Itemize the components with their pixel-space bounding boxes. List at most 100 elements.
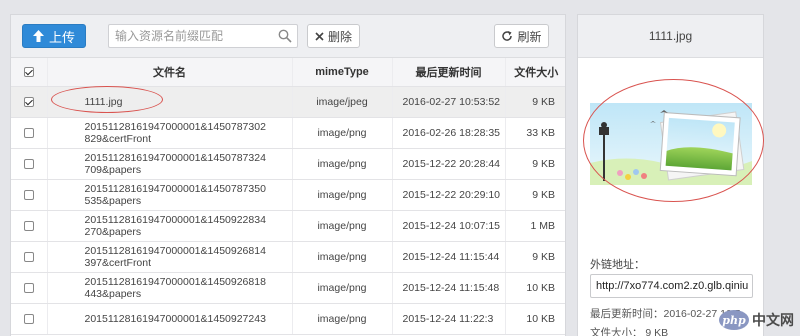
row-checkbox[interactable]	[23, 158, 34, 169]
refresh-button[interactable]: 刷新	[494, 24, 549, 48]
file-name-cell[interactable]: 20151128161947000001&1450787302 829&certF…	[47, 117, 293, 149]
file-name-line: 20151128161947000001&1450922834	[84, 213, 266, 226]
file-name-cell[interactable]: 20151128161947000001&1450927243	[47, 303, 293, 335]
mime-type-cell: image/png	[292, 272, 393, 304]
file-name-cell[interactable]: 20151128161947000001&1450926818 443&paper…	[47, 272, 293, 304]
column-header-name[interactable]: 文件名	[47, 58, 293, 87]
file-name-line: 20151128161947000001&1450927243	[84, 312, 266, 325]
row-checkbox[interactable]	[23, 313, 34, 324]
mime-type-cell: image/png	[292, 117, 393, 149]
watermark-text: 中文网	[752, 312, 794, 328]
preview-title: 1111.jpg	[578, 15, 763, 58]
row-checkbox-cell	[11, 272, 48, 304]
toolbar: 上传 删除 刷新	[11, 15, 565, 58]
row-checkbox[interactable]	[23, 220, 34, 231]
row-checkbox-cell	[11, 179, 48, 211]
file-size-cell: 9 KB	[505, 179, 565, 211]
link-url-field[interactable]: http://7xo774.com2.z0.glb.qiniu	[590, 274, 753, 298]
file-name-line: 1111.jpg	[84, 95, 123, 108]
file-size-text: 文件大小： 9 KB	[590, 327, 669, 336]
table-row[interactable]: 1111.jpg image/jpeg 2016-02-27 10:53:52 9 K…	[11, 86, 565, 118]
search-icon[interactable]	[278, 29, 292, 43]
file-name-line: 20151128161947000001&1450787324	[84, 151, 266, 164]
updated-time-cell: 2016-02-27 10:53:52	[392, 86, 506, 118]
table-row[interactable]: 20151128161947000001&1450787350 535&paper…	[11, 179, 565, 211]
updated-time-cell: 2016-02-26 18:28:35	[392, 117, 506, 149]
file-name-line: 20151128161947000001&1450926818	[84, 275, 266, 288]
mime-type-cell: image/png	[292, 303, 393, 335]
file-size-cell: 9 KB	[505, 148, 565, 180]
row-checkbox[interactable]	[23, 282, 34, 293]
column-header-mime[interactable]: mimeType	[292, 58, 393, 87]
file-table: 文件名 mimeType 最后更新时间 文件大小 1111.jpg image/j…	[11, 58, 565, 335]
row-checkbox-cell	[11, 210, 48, 242]
column-header-size[interactable]: 文件大小	[505, 58, 565, 87]
table-row[interactable]: 20151128161947000001&1450926814 397&certF…	[11, 241, 565, 273]
file-size-cell: 9 KB	[505, 241, 565, 273]
search-input[interactable]	[109, 25, 269, 47]
file-name-line: 20151128161947000001&1450787302	[84, 120, 266, 133]
search-field	[108, 24, 298, 48]
file-name-cell[interactable]: 20151128161947000001&1450926814 397&certF…	[47, 241, 293, 273]
row-checkbox-cell	[11, 241, 48, 273]
file-name-line: 20151128161947000001&1450926814	[84, 244, 266, 257]
watermark: php 中文网	[719, 310, 794, 330]
file-name-cell[interactable]: 1111.jpg	[47, 86, 293, 118]
file-name-line: 397&certFront	[84, 256, 152, 269]
file-size-cell: 33 KB	[505, 117, 565, 149]
row-checkbox[interactable]	[23, 251, 34, 262]
mime-type-cell: image/png	[292, 241, 393, 273]
row-checkbox-cell	[11, 303, 48, 335]
row-checkbox-cell	[11, 117, 48, 149]
row-checkbox-cell	[11, 86, 48, 118]
file-size-cell: 1 MB	[505, 210, 565, 242]
select-all-cell	[11, 58, 48, 87]
row-checkbox-cell	[11, 148, 48, 180]
mime-type-cell: image/jpeg	[292, 86, 393, 118]
file-name-cell[interactable]: 20151128161947000001&1450787350 535&paper…	[47, 179, 293, 211]
delete-button[interactable]: 删除	[307, 24, 360, 48]
file-name-line: 20151128161947000001&1450787350	[84, 182, 266, 195]
updated-time-cell: 2015-12-24 11:15:48	[392, 272, 506, 304]
updated-time-cell: 2015-12-24 11:22:3	[392, 303, 506, 335]
page-gutter	[765, 14, 800, 336]
file-size-cell: 9 KB	[505, 86, 565, 118]
file-name-line: 535&papers	[84, 194, 142, 207]
file-name-line: 270&papers	[84, 225, 142, 238]
php-logo: php	[719, 310, 749, 330]
table-row[interactable]: 20151128161947000001&1450787324 709&paper…	[11, 148, 565, 180]
updated-time-cell: 2015-12-24 11:15:44	[392, 241, 506, 273]
row-checkbox[interactable]	[23, 189, 34, 200]
file-name-line: 443&papers	[84, 287, 142, 300]
table-row[interactable]: 20151128161947000001&1450927243 image/png…	[11, 303, 565, 335]
delete-button-label: 删除	[327, 29, 352, 44]
table-row[interactable]: 20151128161947000001&1450926818 443&paper…	[11, 272, 565, 304]
table-row[interactable]: 20151128161947000001&1450787302 829&certF…	[11, 117, 565, 149]
file-list-panel: 上传 删除 刷新	[10, 14, 566, 336]
row-checkbox[interactable]	[23, 96, 34, 107]
file-name-line: 829&certFront	[84, 132, 152, 145]
mime-type-cell: image/png	[292, 179, 393, 211]
select-all-checkbox[interactable]	[23, 66, 34, 77]
updated-time-cell: 2015-12-24 10:07:15	[392, 210, 506, 242]
last-updated-text: 最后更新时间：2016-02-27 10:5	[590, 308, 741, 320]
table-header-row: 文件名 mimeType 最后更新时间 文件大小	[11, 58, 565, 87]
table-row[interactable]: 20151128161947000001&1450922834 270&paper…	[11, 210, 565, 242]
refresh-icon	[502, 31, 513, 41]
preview-panel: 1111.jpg 外链地址： http://7xo774.com2.z0.glb…	[577, 14, 764, 336]
upload-arrow-icon	[32, 30, 44, 42]
upload-button[interactable]: 上传	[22, 24, 86, 48]
link-label: 外链地址：	[590, 259, 645, 271]
file-name-line: 709&papers	[84, 163, 142, 176]
file-size-cell: 10 KB	[505, 303, 565, 335]
column-header-time[interactable]: 最后更新时间	[392, 58, 506, 87]
file-name-cell[interactable]: 20151128161947000001&1450922834 270&paper…	[47, 210, 293, 242]
mime-type-cell: image/png	[292, 148, 393, 180]
file-name-cell[interactable]: 20151128161947000001&1450787324 709&paper…	[47, 148, 293, 180]
upload-button-label: 上传	[48, 29, 75, 45]
close-icon	[315, 31, 324, 41]
preview-image	[590, 103, 752, 185]
updated-time-cell: 2015-12-22 20:29:10	[392, 179, 506, 211]
row-checkbox[interactable]	[23, 127, 34, 138]
refresh-button-label: 刷新	[517, 29, 542, 44]
